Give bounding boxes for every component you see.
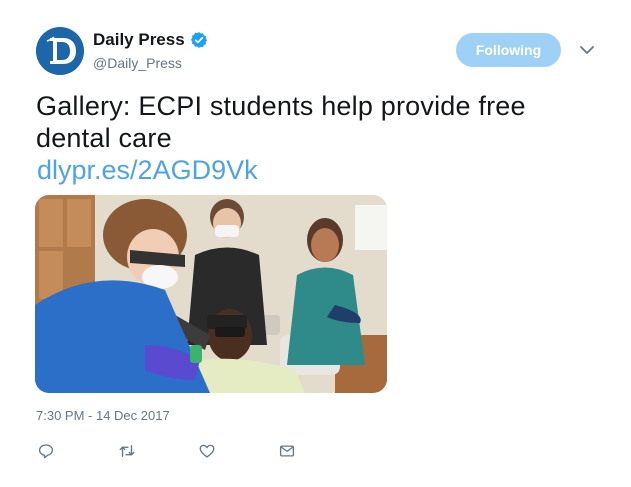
tweet-text-line: dental care bbox=[36, 123, 172, 153]
display-name[interactable]: Daily Press bbox=[93, 30, 185, 50]
retweet-icon bbox=[119, 445, 135, 457]
like-icon bbox=[199, 444, 215, 458]
verified-badge-icon bbox=[190, 32, 207, 48]
tweet-text-line: Gallery: ECPI students help provide free bbox=[36, 91, 526, 121]
tweet-actions bbox=[36, 441, 297, 461]
handle[interactable]: @Daily_Press bbox=[93, 55, 182, 71]
retweet-button[interactable] bbox=[117, 441, 137, 461]
like-button[interactable] bbox=[197, 441, 217, 461]
tweet-text: Gallery: ECPI students help provide free… bbox=[36, 90, 596, 154]
tweet-timestamp[interactable]: 7:30 PM - 14 Dec 2017 bbox=[36, 408, 170, 423]
avatar[interactable] bbox=[36, 27, 84, 75]
reply-button[interactable] bbox=[36, 441, 56, 461]
tweet-link[interactable]: dlypr.es/2AGD9Vk bbox=[37, 154, 258, 186]
dental-care-photo bbox=[35, 195, 387, 393]
following-button[interactable]: Following bbox=[456, 33, 561, 67]
direct-message-icon bbox=[279, 445, 295, 457]
daily-press-logo-icon bbox=[36, 27, 84, 75]
direct-message-button[interactable] bbox=[277, 441, 297, 461]
reply-icon bbox=[38, 444, 54, 459]
chevron-down-icon[interactable] bbox=[579, 44, 595, 56]
tweet-photo[interactable] bbox=[35, 195, 387, 393]
